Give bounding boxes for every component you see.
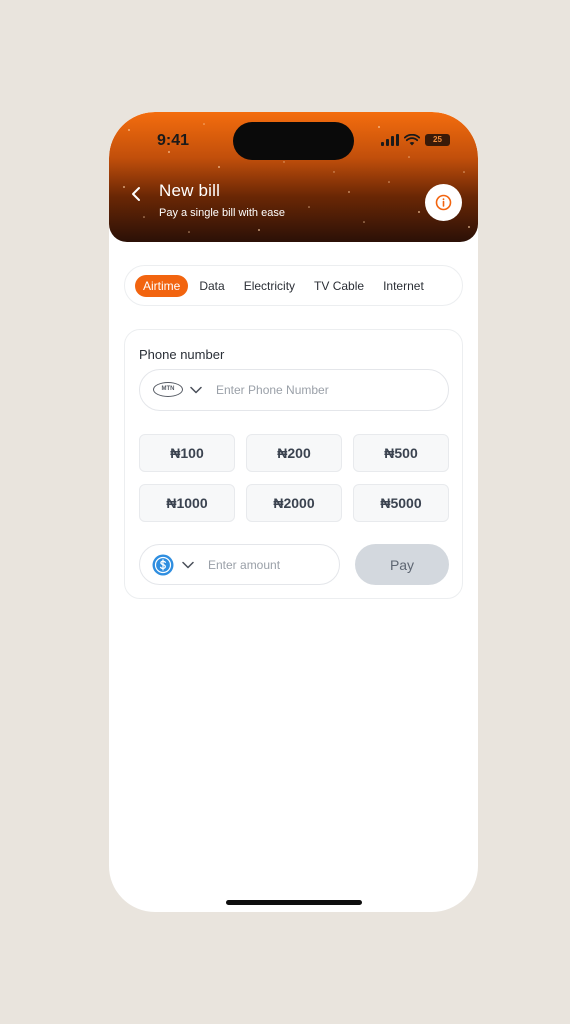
tab-airtime[interactable]: Airtime [135,274,189,297]
dollar-coin-icon[interactable] [152,554,174,576]
header: 9:41 25 New bill Pay a single bill with … [109,112,478,242]
info-circle-icon [435,194,452,211]
amount-option-500[interactable]: ₦500 [353,434,449,472]
amount-placeholder: Enter amount [208,558,281,572]
tab-internet[interactable]: Internet [375,275,432,297]
signal-icon [381,134,399,146]
pay-button[interactable]: Pay [355,544,449,585]
amount-option-2000[interactable]: ₦2000 [246,484,342,522]
amount-option-100[interactable]: ₦100 [139,434,235,472]
amount-option-5000[interactable]: ₦5000 [353,484,449,522]
wifi-icon [404,134,420,146]
tab-data[interactable]: Data [191,275,232,297]
status-time: 9:41 [157,132,190,149]
amount-field[interactable]: Enter amount [139,544,340,585]
page-subtitle: Pay a single bill with ease [159,207,285,219]
phone-number-label: Phone number [139,347,225,362]
dynamic-island [233,122,354,160]
home-indicator[interactable] [226,900,362,905]
network-logo[interactable]: MTN [153,382,183,397]
amount-option-1000[interactable]: ₦1000 [139,484,235,522]
page-title: New bill [159,181,221,200]
phone-screen: 9:41 25 New bill Pay a single bill with … [109,112,478,912]
tab-tv-cable[interactable]: TV Cable [306,275,372,297]
phone-number-placeholder: Enter Phone Number [216,383,329,397]
info-button[interactable] [425,184,462,221]
phone-number-field[interactable]: MTN Enter Phone Number [139,369,449,411]
amount-option-200[interactable]: ₦200 [246,434,342,472]
chevron-down-icon[interactable] [190,386,202,394]
currency-chevron-down-icon[interactable] [182,561,194,569]
battery-icon: 25 [425,134,450,146]
tab-electricity[interactable]: Electricity [236,275,303,297]
airtime-form-card: Phone number MTN Enter Phone Number ₦100… [124,329,463,599]
back-icon[interactable] [129,185,143,203]
status-icons: 25 [381,134,450,146]
bill-type-tabs: Airtime Data Electricity TV Cable Intern… [124,265,463,306]
